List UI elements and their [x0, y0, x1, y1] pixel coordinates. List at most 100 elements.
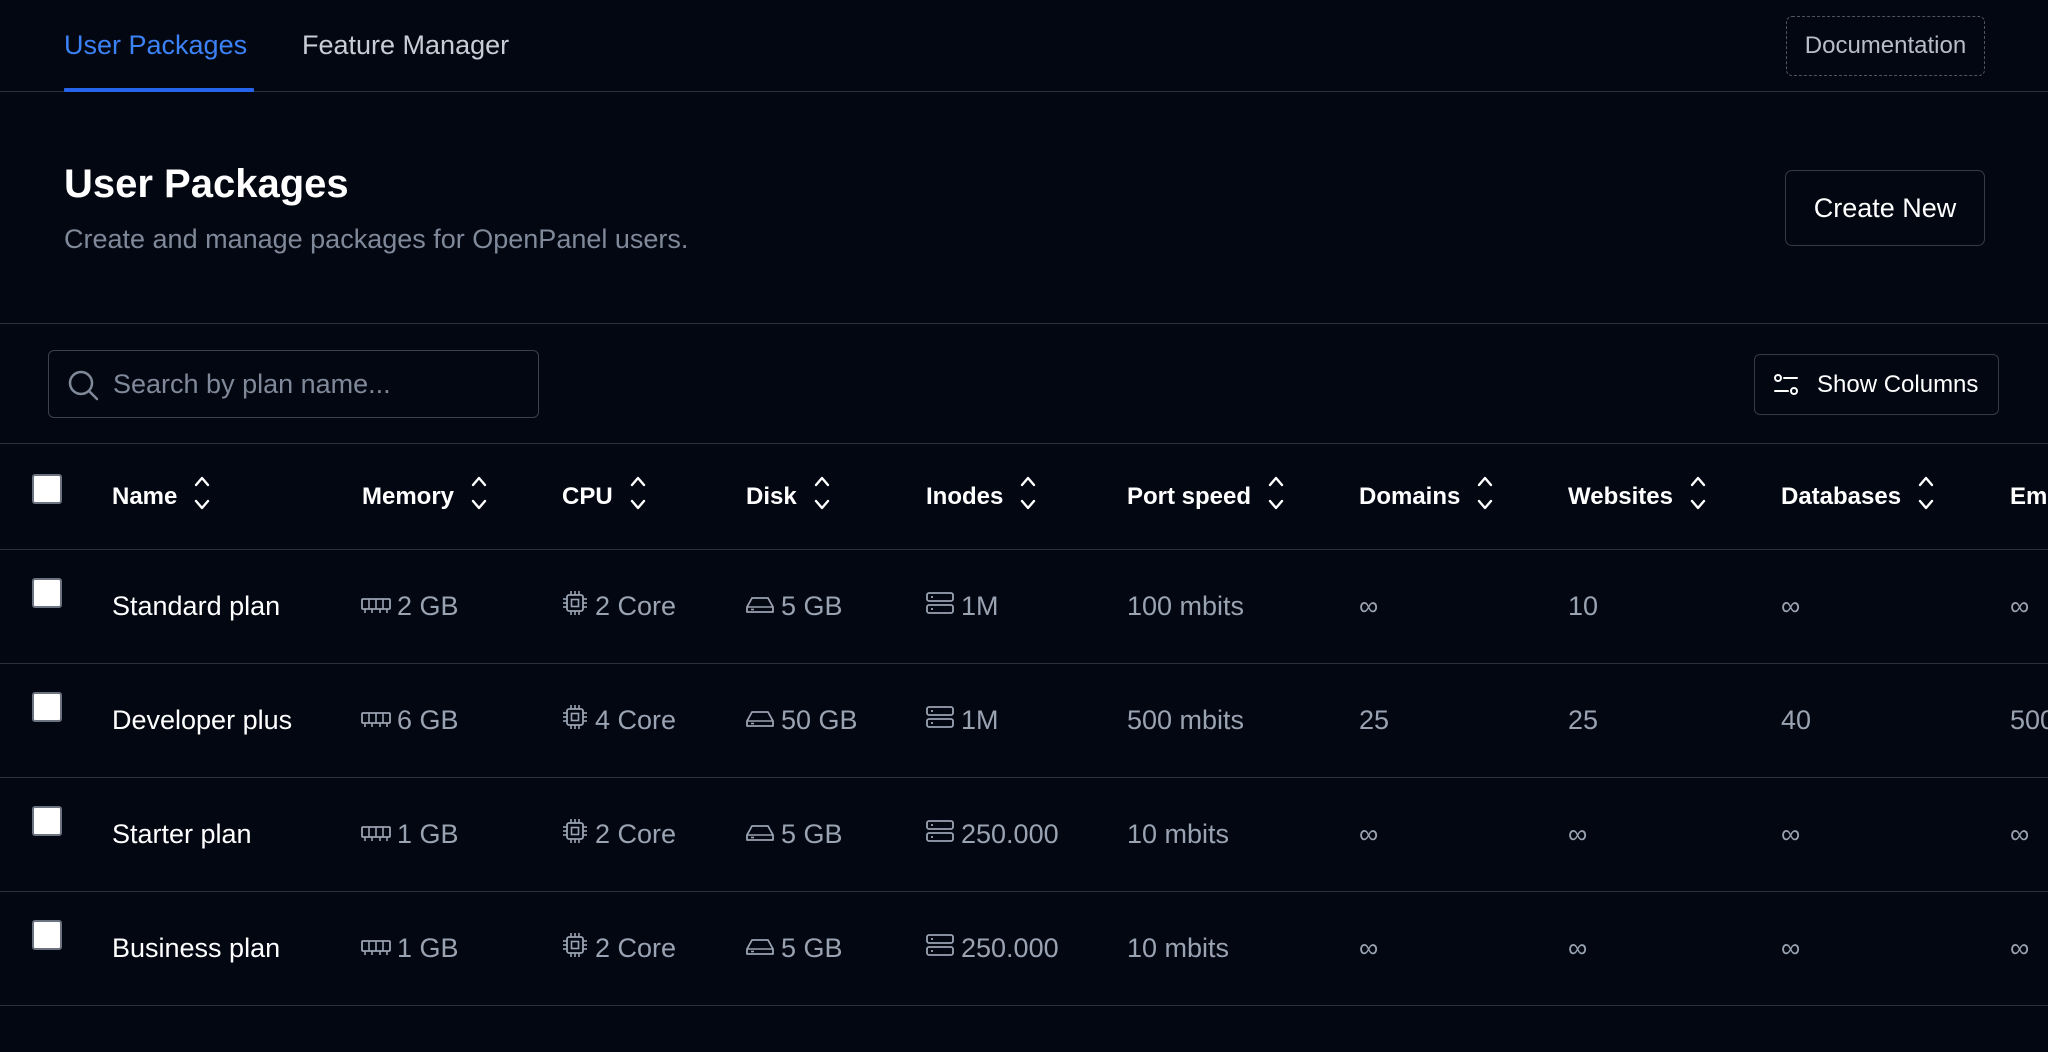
websites-cell: 25: [1568, 705, 1599, 735]
port-speed-cell: 10 mbits: [1127, 819, 1230, 849]
column-header-cpu[interactable]: CPU: [562, 444, 647, 549]
sort-icon[interactable]: [1689, 473, 1707, 520]
server-icon: [925, 705, 955, 736]
top-navigation: User Packages Feature Manager Documentat…: [0, 0, 2048, 92]
cpu-icon: [561, 931, 589, 966]
sort-icon[interactable]: [470, 473, 488, 520]
domains-cell: 25: [1359, 705, 1390, 735]
show-columns-button[interactable]: Show Columns: [1754, 354, 1999, 415]
cpu-icon: [561, 703, 589, 738]
disk-icon: [745, 705, 775, 736]
row-select-checkbox[interactable]: [32, 578, 62, 608]
sort-icon[interactable]: [1019, 473, 1037, 520]
column-header-inodes[interactable]: Inodes: [926, 444, 1037, 549]
table-row[interactable]: Standard plan 2 GB 2 Core 5 GB 1M 100 mbits ∞ 1…: [0, 550, 2048, 664]
inodes-cell: 1M: [925, 664, 999, 777]
cpu-cell: 2 Core: [561, 778, 676, 891]
memory-icon: [361, 819, 391, 850]
cpu-cell: 4 Core: [561, 664, 676, 777]
column-header-port-speed[interactable]: Port speed: [1127, 444, 1285, 549]
email-cell: ∞: [2010, 933, 2030, 963]
databases-cell: ∞: [1781, 591, 1801, 621]
port-speed-cell: 500 mbits: [1127, 705, 1245, 735]
select-all-checkbox[interactable]: [32, 474, 62, 504]
sort-icon[interactable]: [629, 473, 647, 520]
documentation-button[interactable]: Documentation: [1786, 16, 1985, 76]
create-new-button[interactable]: Create New: [1785, 170, 1985, 246]
sort-icon[interactable]: [1476, 473, 1494, 520]
memory-cell: 6 GB: [361, 664, 459, 777]
disk-icon: [745, 819, 775, 850]
memory-icon: [361, 705, 391, 736]
page-header: User Packages Create and manage packages…: [0, 92, 2048, 324]
disk-cell: 5 GB: [745, 892, 843, 1005]
websites-cell: 10: [1568, 591, 1599, 621]
memory-cell: 1 GB: [361, 892, 459, 1005]
sort-icon[interactable]: [193, 473, 211, 520]
domains-cell: ∞: [1359, 933, 1379, 963]
row-select-checkbox[interactable]: [32, 806, 62, 836]
port-speed-cell: 100 mbits: [1127, 591, 1245, 621]
column-header-domains[interactable]: Domains: [1359, 444, 1494, 549]
inodes-cell: 1M: [925, 550, 999, 663]
show-columns-label: Show Columns: [1817, 370, 1979, 398]
databases-cell: ∞: [1781, 819, 1801, 849]
row-select-checkbox[interactable]: [32, 692, 62, 722]
port-speed-cell: 10 mbits: [1127, 933, 1230, 963]
disk-cell: 5 GB: [745, 550, 843, 663]
cpu-cell: 2 Core: [561, 550, 676, 663]
disk-cell: 5 GB: [745, 778, 843, 891]
row-select-checkbox[interactable]: [32, 920, 62, 950]
domains-cell: ∞: [1359, 819, 1379, 849]
email-cell: ∞: [2010, 591, 2030, 621]
cpu-cell: 2 Core: [561, 892, 676, 1005]
plan-name[interactable]: Developer plus: [112, 664, 292, 777]
table-row[interactable]: Developer plus 6 GB 4 Core 50 GB 1M 500 mbits…: [0, 664, 2048, 778]
search-box: [48, 350, 539, 418]
databases-cell: 40: [1781, 705, 1812, 735]
disk-icon: [745, 933, 775, 964]
column-header-email[interactable]: Em: [2010, 444, 2047, 549]
column-header-websites[interactable]: Websites: [1568, 444, 1707, 549]
table-header-row: Name Memory CPU Disk Inodes Port speed D…: [0, 444, 2048, 550]
cpu-icon: [561, 589, 589, 624]
disk-icon: [745, 591, 775, 622]
email-cell: 500: [2010, 705, 2048, 735]
plan-name[interactable]: Starter plan: [112, 778, 252, 891]
column-header-memory[interactable]: Memory: [362, 444, 488, 549]
plan-name[interactable]: Business plan: [112, 892, 280, 1005]
email-cell: ∞: [2010, 819, 2030, 849]
search-input[interactable]: [113, 351, 523, 417]
sort-icon[interactable]: [1917, 473, 1935, 520]
page-subtitle: Create and manage packages for OpenPanel…: [64, 224, 689, 254]
inodes-cell: 250.000: [925, 892, 1059, 1005]
inodes-cell: 250.000: [925, 778, 1059, 891]
columns-settings-icon: [1774, 373, 1798, 395]
plan-name[interactable]: Standard plan: [112, 550, 280, 663]
memory-icon: [361, 933, 391, 964]
server-icon: [925, 591, 955, 622]
websites-cell: ∞: [1568, 819, 1588, 849]
table-row[interactable]: Business plan 1 GB 2 Core 5 GB 250.000 10 mbi…: [0, 892, 2048, 1006]
websites-cell: ∞: [1568, 933, 1588, 963]
column-header-disk[interactable]: Disk: [746, 444, 831, 549]
cpu-icon: [561, 817, 589, 852]
memory-cell: 2 GB: [361, 550, 459, 663]
memory-icon: [361, 591, 391, 622]
tab-feature-manager[interactable]: Feature Manager: [302, 27, 509, 63]
server-icon: [925, 933, 955, 964]
sort-icon[interactable]: [1267, 473, 1285, 520]
packages-table: Name Memory CPU Disk Inodes Port speed D…: [0, 443, 2048, 1006]
domains-cell: ∞: [1359, 591, 1379, 621]
table-row[interactable]: Starter plan 1 GB 2 Core 5 GB 250.000 10 mbit…: [0, 778, 2048, 892]
databases-cell: ∞: [1781, 933, 1801, 963]
table-body: Standard plan 2 GB 2 Core 5 GB 1M 100 mbits ∞ 1…: [0, 550, 2048, 1006]
memory-cell: 1 GB: [361, 778, 459, 891]
column-header-databases[interactable]: Databases: [1781, 444, 1935, 549]
column-header-name[interactable]: Name: [112, 444, 211, 549]
sort-icon[interactable]: [813, 473, 831, 520]
tab-user-packages[interactable]: User Packages: [64, 27, 247, 63]
disk-cell: 50 GB: [745, 664, 858, 777]
search-icon: [68, 370, 99, 401]
server-icon: [925, 819, 955, 850]
